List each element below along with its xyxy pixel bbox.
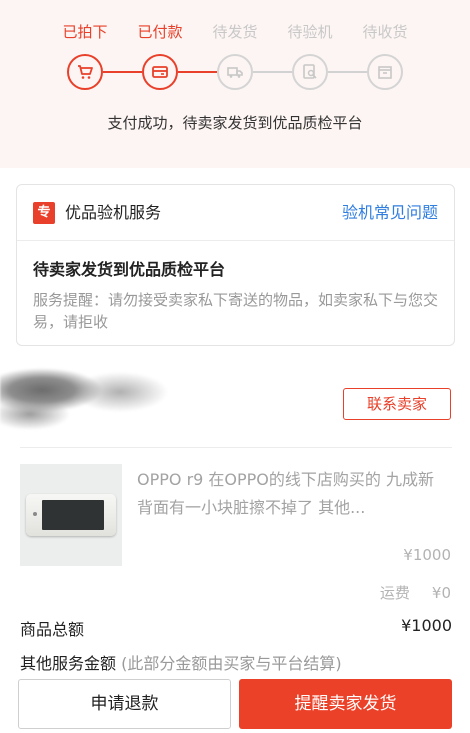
progress-line [103,71,142,73]
remind-seller-ship-button[interactable]: 提醒卖家发货 [239,679,452,729]
step-label-paid: 已付款 [137,23,183,41]
service-badge: 专 [33,202,55,224]
total-row: 商品总额 ¥1000 [20,616,452,640]
request-refund-button[interactable]: 申请退款 [18,679,231,729]
inspection-card-header: 专 优品验机服务 验机常见问题 [17,185,454,241]
divider [20,447,452,448]
box-icon [367,54,403,90]
progress-line [328,71,367,73]
other-service-row: 其他服务金额 (此部分金额由买家与平台结算) [20,650,342,674]
product-image[interactable] [20,464,122,566]
progress-step-labels: 已拍下 已付款 待发货 待验机 待收货 [0,20,470,44]
phone-image [26,494,116,536]
other-service-note: (此部分金额由买家与平台结算) [121,654,342,673]
other-service-label: 其他服务金额 [20,654,117,673]
step-label-ordered: 已拍下 [62,23,108,41]
cart-icon [67,54,103,90]
total-label: 商品总额 [20,620,85,639]
seller-row: 联系卖家 [0,352,470,447]
product-title[interactable]: OPPO r9 在OPPO的线下店购买的 九成新 背面有一小块脏擦不掉了 其他.… [137,466,453,522]
inspection-service-title: 优品验机服务 [65,203,162,222]
progress-line [253,71,292,73]
seller-info-redacted [0,362,178,432]
inspection-service-card: 专 优品验机服务 验机常见问题 待卖家发货到优品质检平台 服务提醒：请勿接受卖家… [16,184,455,346]
shipping-row: 运费 ¥0 [380,582,451,603]
shipping-value: ¥0 [431,584,451,602]
order-status-text: 支付成功，待卖家发货到优品质检平台 [107,114,363,132]
contact-seller-button[interactable]: 联系卖家 [343,388,451,420]
total-value: ¥1000 [401,616,452,635]
inspection-faq-link[interactable]: 验机常见问题 [342,201,438,225]
card-icon [142,54,178,90]
step-label-to-receive: 待收货 [362,23,408,41]
inspection-status: 待卖家发货到优品质检平台 [33,260,226,279]
progress-line [178,71,217,73]
product-price: ¥1000 [403,546,451,564]
truck-icon [217,54,253,90]
step-label-to-inspect: 待验机 [287,23,333,41]
inspect-icon [292,54,328,90]
service-notice: 服务提醒：请勿接受卖家私下寄送的物品，如卖家私下与您交易，请拒收 [33,291,439,331]
shipping-label: 运费 [379,584,410,602]
progress-steps [0,52,470,92]
step-label-to-ship: 待发货 [212,23,258,41]
order-status-header: 已拍下 已付款 待发货 待验机 待收货 支付成功，待卖家发货到优品质检平台 [0,0,470,168]
